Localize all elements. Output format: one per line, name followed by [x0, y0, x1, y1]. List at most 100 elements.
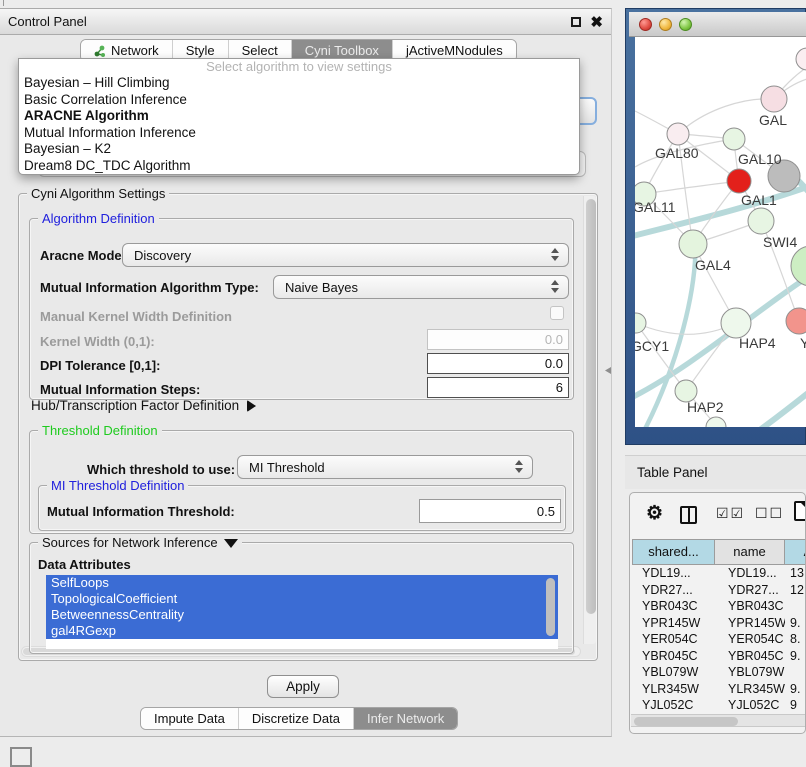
apply-button[interactable]: Apply — [267, 675, 339, 698]
table-cell: 8. — [785, 631, 806, 648]
aracne-mode-value: Discovery — [134, 248, 191, 263]
network-node[interactable] — [748, 208, 774, 234]
table-cell: YJL052C — [715, 697, 785, 714]
data-attribute-item[interactable]: gal4RGexp — [46, 623, 558, 639]
network-view-window[interactable]: GALGAL80GAL10GAL1GAL11SWI4GAL4GCY1HAP4YH… — [625, 8, 806, 445]
network-node[interactable] — [679, 230, 707, 258]
network-node[interactable] — [635, 313, 646, 333]
algorithm-option[interactable]: Bayesian – K2 — [19, 141, 579, 158]
table-cell: YLR345W — [632, 681, 715, 698]
scrollbar-thumb[interactable] — [634, 717, 738, 726]
sources-group: Sources for Network Inference Data Attri… — [29, 542, 574, 654]
zoom-traffic-light-icon[interactable] — [679, 18, 692, 31]
which-threshold-combo[interactable]: MI Threshold — [237, 455, 533, 479]
sources-group-title[interactable]: Sources for Network Inference — [38, 535, 242, 550]
table-cell: 12 — [785, 582, 806, 599]
algorithm-option[interactable]: Bayesian – Hill Climbing — [19, 75, 579, 92]
table-row[interactable]: YJL052CYJL052C9 — [632, 697, 806, 714]
combo-arrows-icon — [515, 460, 523, 473]
aracne-mode-combo[interactable]: Discovery — [122, 243, 569, 267]
node-table[interactable]: shared...nameAYDL19...YDL19...13YDR27...… — [632, 539, 806, 714]
table-cell: 9. — [785, 615, 806, 632]
manual-kernel-checkbox[interactable] — [550, 306, 564, 320]
table-cell: 9. — [785, 681, 806, 698]
table-row[interactable]: YPR145WYPR145W9. — [632, 615, 806, 632]
table-cell — [785, 664, 806, 681]
column-header[interactable]: shared... — [632, 539, 715, 565]
minimized-panel-icon[interactable] — [10, 747, 32, 767]
select-all-checkboxes-icon[interactable]: ☑☑ — [716, 505, 745, 522]
list-scrollbar-thumb[interactable] — [546, 578, 555, 636]
mi-type-combo[interactable]: Naive Bayes — [273, 275, 569, 299]
tab-infer-network[interactable]: Infer Network — [353, 708, 457, 729]
table-cell — [785, 598, 806, 615]
export-table-icon[interactable] — [794, 501, 806, 521]
tab-label: Impute Data — [154, 708, 225, 729]
network-canvas[interactable]: GALGAL80GAL10GAL1GAL11SWI4GAL4GCY1HAP4YH… — [635, 37, 806, 427]
tab-discretize-data[interactable]: Discretize Data — [238, 708, 353, 729]
table-row[interactable]: YBL079WYBL079W — [632, 664, 806, 681]
table-row[interactable]: YLR345WYLR345W9. — [632, 681, 806, 698]
minimize-traffic-light-icon[interactable] — [659, 18, 672, 31]
network-node[interactable] — [706, 417, 726, 427]
network-node[interactable] — [761, 86, 787, 112]
hub-definition-expander[interactable]: Hub/Transcription Factor Definition — [31, 398, 256, 413]
column-header[interactable]: name — [715, 539, 785, 565]
table-row[interactable]: YBR043CYBR043C — [632, 598, 806, 615]
column-header[interactable]: A — [785, 539, 806, 565]
gear-icon[interactable]: ⚙ — [646, 502, 663, 525]
table-row[interactable]: YER054CYER054C8. — [632, 631, 806, 648]
table-panel-title: Table Panel — [637, 465, 708, 480]
network-edge[interactable] — [753, 389, 806, 427]
node-label: HAP4 — [739, 335, 776, 351]
cyni-bottom-tabs: Impute Data Discretize Data Infer Network — [140, 707, 458, 730]
network-edge[interactable] — [644, 181, 739, 194]
algorithm-option[interactable]: ARACNE Algorithm — [19, 108, 579, 125]
aracne-mode-label: Aracne Mode: — [40, 248, 126, 263]
settings-vertical-scrollbar[interactable] — [583, 196, 596, 644]
scrollbar-thumb[interactable] — [586, 199, 596, 614]
data-attribute-item[interactable]: SelfLoops — [46, 575, 558, 591]
table-row[interactable]: YDL19...YDL19...13 — [632, 565, 806, 582]
control-panel-title: Control Panel — [8, 14, 87, 29]
data-attribute-item[interactable]: BetweennessCentrality — [46, 607, 558, 623]
mi-steps-field[interactable]: 6 — [427, 377, 569, 398]
algorithm-option[interactable]: Dream8 DC_TDC Algorithm — [19, 158, 579, 175]
mi-threshold-field[interactable]: 0.5 — [419, 499, 561, 523]
data-attribute-item[interactable]: TopologicalCoefficient — [46, 591, 558, 607]
network-node[interactable] — [667, 123, 689, 145]
columns-icon[interactable] — [680, 506, 697, 524]
dpi-tolerance-field[interactable]: 0.0 — [427, 353, 569, 374]
network-graph: GALGAL80GAL10GAL1GAL11SWI4GAL4GCY1HAP4YH… — [635, 37, 806, 427]
close-icon[interactable]: ✖ — [590, 13, 603, 31]
control-panel: Control Panel ✖ NetworkStyleSelectCyni T… — [0, 8, 612, 737]
dpi-tolerance-label: DPI Tolerance [0,1]: — [40, 358, 160, 373]
network-node[interactable] — [786, 308, 806, 334]
tab-label: Infer Network — [367, 708, 444, 729]
mi-threshold-definition-title: MI Threshold Definition — [47, 478, 188, 493]
network-node[interactable] — [727, 169, 751, 193]
table-cell: YDL19... — [715, 565, 785, 582]
algorithm-option[interactable]: Mutual Information Inference — [19, 125, 579, 142]
table-horizontal-scrollbar[interactable] — [631, 714, 806, 727]
algorithm-option[interactable]: Basic Correlation Inference — [19, 92, 579, 109]
tab-impute-data[interactable]: Impute Data — [141, 708, 238, 729]
network-node[interactable] — [721, 308, 751, 338]
table-row[interactable]: YDR27...YDR27...12 — [632, 582, 806, 599]
float-window-icon[interactable] — [571, 17, 581, 27]
which-threshold-value: MI Threshold — [249, 460, 325, 475]
algorithm-popup-hint: Select algorithm to view settings — [19, 60, 579, 75]
network-node[interactable] — [791, 246, 806, 286]
data-attributes-list[interactable]: SelfLoopsTopologicalCoefficientBetweenne… — [46, 575, 558, 649]
node-label: GAL80 — [655, 145, 699, 161]
mi-threshold-label: Mutual Information Threshold: — [47, 504, 235, 519]
table-panel-titlebar: Table Panel — [625, 455, 806, 489]
table-cell: YBL079W — [632, 664, 715, 681]
network-node[interactable] — [723, 128, 745, 150]
mi-threshold-definition-group: MI Threshold Definition Mutual Informati… — [38, 485, 566, 531]
network-node[interactable] — [796, 48, 806, 70]
deselect-all-checkboxes-icon[interactable]: ☐☐ — [755, 505, 784, 522]
table-row[interactable]: YBR045CYBR045C9. — [632, 648, 806, 665]
close-traffic-light-icon[interactable] — [639, 18, 652, 31]
network-window-titlebar[interactable] — [629, 12, 806, 37]
